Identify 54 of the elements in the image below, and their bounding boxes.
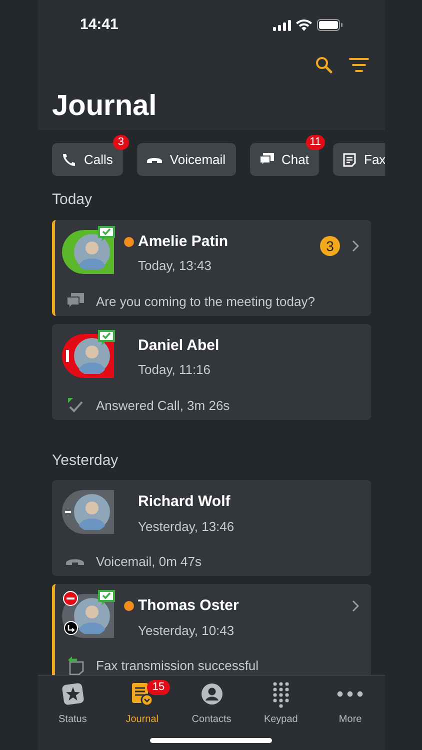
journal-entry[interactable]: Amelie Patin Today, 13:43 3 Are you coming to the meeting today?: [52, 220, 371, 316]
star-tile-icon: [62, 683, 84, 705]
chat-icon: [66, 293, 84, 310]
keypad-icon: [270, 680, 291, 708]
entry-time: Yesterday, 10:43: [137, 622, 236, 640]
contact-name: Richard Wolf: [138, 492, 230, 512]
avatar: [74, 598, 110, 634]
count-badge: 11: [306, 135, 326, 150]
busy-bar-icon: [66, 350, 69, 362]
tab-bar-item[interactable]: Journal 15: [107, 680, 177, 727]
voicemail-icon: [146, 156, 162, 164]
entry-time: Yesterday, 13:46: [137, 518, 236, 536]
contact-name: Amelie Patin: [138, 232, 228, 252]
chat-icon: [260, 153, 274, 166]
journal-entry[interactable]: Thomas Oster Yesterday, 10:43 Fax transmission successful: [52, 584, 371, 675]
avatar: [74, 338, 110, 374]
offline-dash-icon: [65, 511, 71, 513]
avatar: [74, 494, 110, 530]
signal-icon: [273, 20, 291, 30]
battery-icon: [317, 19, 343, 31]
contact-name: Daniel Abel: [138, 336, 220, 356]
count-badge: 3: [112, 135, 129, 150]
tab-bar-item[interactable]: Keypad: [246, 680, 316, 727]
tab-bar-item[interactable]: Contacts: [176, 680, 246, 727]
search-icon[interactable]: [315, 56, 333, 74]
section-heading: Yesterday: [51, 450, 120, 470]
page-title: Journal: [52, 89, 157, 124]
fax-icon: [343, 152, 356, 166]
count-badge: 3: [320, 236, 340, 256]
contact-name: Thomas Oster: [138, 596, 239, 616]
wifi-icon: [296, 19, 312, 31]
avatar: [74, 234, 110, 270]
voicemail-icon: [66, 557, 84, 566]
entry-time: Today, 13:43: [137, 257, 212, 275]
filter-icon[interactable]: [349, 57, 369, 73]
entry-detail: Voicemail, 0m 47s: [96, 553, 202, 571]
entry-detail: Fax transmission successful: [96, 657, 259, 675]
journal-entry[interactable]: Richard Wolf Yesterday, 13:46 Voicemail, 0m 47s: [52, 480, 371, 576]
person-icon: [200, 683, 223, 705]
more-icon: [337, 691, 364, 697]
tab-bar-item[interactable]: More: [316, 680, 386, 727]
filter-button[interactable]: Voicemail: [136, 143, 236, 176]
tab-bar-item[interactable]: Status: [38, 680, 108, 727]
entry-time: Today, 11:16: [137, 361, 212, 379]
entry-detail: Are you coming to the meeting today?: [96, 292, 315, 311]
answered-call-icon: [67, 397, 83, 414]
do-not-disturb-icon: [63, 591, 78, 606]
journal-entry[interactable]: Daniel Abel Today, 11:16 Answered Call, 3m 26s: [52, 324, 371, 420]
count-badge: 15: [147, 680, 170, 695]
section-heading: Today: [51, 190, 94, 210]
entry-detail: Answered Call, 3m 26s: [96, 396, 230, 414]
fax-sent-icon: [66, 656, 84, 675]
status-time: 14:41: [80, 14, 118, 35]
phone-icon: [62, 152, 76, 166]
